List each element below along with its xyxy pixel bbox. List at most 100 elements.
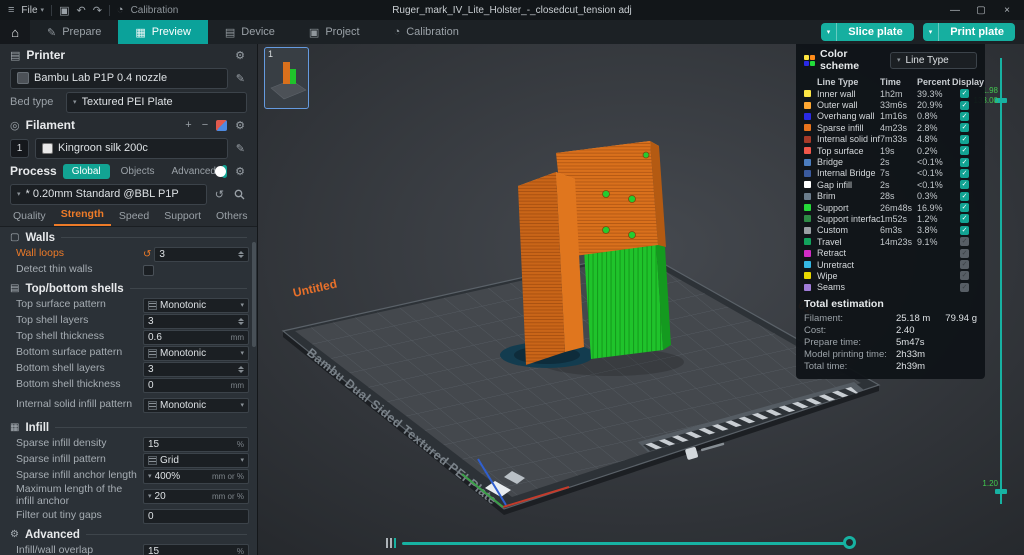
display-checkbox[interactable]: ✓ (960, 112, 969, 121)
settings-tab-quality[interactable]: Quality (6, 207, 53, 226)
combo-maximum-length-of-the-infill-anchor[interactable]: ▾20mm or % (143, 489, 249, 504)
printer-settings-icon[interactable]: ⚙ (233, 49, 247, 62)
view-mode-select[interactable]: ▾ Line Type (890, 52, 977, 69)
filament-settings-icon[interactable]: ⚙ (233, 119, 247, 132)
spin-bottom-shell-layers[interactable]: 3 (143, 362, 249, 377)
display-checkbox[interactable]: ✓ (960, 260, 969, 269)
maximize-button[interactable]: ▢ (968, 0, 994, 20)
tab-project[interactable]: ▣Project (292, 20, 377, 44)
add-filament-icon[interactable]: + (183, 119, 193, 131)
filament-slot-badge[interactable]: 1 (10, 139, 29, 158)
tab-calibration[interactable]: ◔Calibration (377, 20, 476, 44)
plate-thumbnail[interactable]: 1 (264, 47, 309, 109)
display-checkbox[interactable]: ✓ (960, 180, 969, 189)
display-checkbox[interactable]: ✓ (960, 226, 969, 235)
search-preset-icon[interactable] (232, 189, 247, 200)
menu-icon[interactable]: ≡ (8, 4, 14, 16)
combo-sparse-infill-anchor-length[interactable]: ▾400%mm or % (143, 469, 249, 484)
display-checkbox[interactable]: ✓ (960, 101, 969, 110)
display-checkbox[interactable]: ✓ (960, 89, 969, 98)
tab-device[interactable]: ▤Device (208, 20, 292, 44)
edit-printer-icon[interactable]: ✎ (234, 72, 247, 85)
select-top-surface-pattern[interactable]: Monotonic▾ (143, 298, 249, 313)
param-label: Bottom shell thickness (16, 379, 143, 391)
display-checkbox[interactable]: ✓ (960, 146, 969, 155)
input-bottom-shell-thickness[interactable]: 0mm (143, 378, 249, 393)
file-menu[interactable]: File ▾ (21, 5, 44, 16)
chevron-down-icon[interactable]: ▾ (821, 23, 838, 41)
tab-prepare[interactable]: ✎Prepare (30, 20, 118, 44)
calibration-menu-item[interactable]: Calibration (131, 5, 179, 16)
tab-preview[interactable]: ▦Preview (118, 20, 208, 44)
move-slider[interactable] (386, 535, 856, 551)
legend-row: Unretract✓ (804, 259, 977, 270)
edit-filament-icon[interactable]: ✎ (234, 142, 247, 155)
display-checkbox[interactable]: ✓ (960, 123, 969, 132)
display-checkbox[interactable]: ✓ (960, 203, 969, 212)
total-row: Cost:2.40 (804, 324, 977, 336)
param-label: Wall loops (16, 248, 143, 260)
line-type-time: 6m3s (880, 225, 917, 235)
spinner-arrows[interactable] (238, 366, 244, 373)
value: 20 (155, 491, 209, 502)
settings-tab-others[interactable]: Others (209, 207, 255, 226)
checkbox-detect-thin-walls[interactable] (143, 265, 154, 276)
minimize-button[interactable]: — (942, 0, 968, 20)
spinner-arrows[interactable] (238, 318, 244, 325)
move-slider-handle[interactable] (843, 536, 856, 549)
reset-preset-icon[interactable]: ↺ (213, 188, 226, 201)
close-button[interactable]: × (994, 0, 1020, 20)
display-checkbox[interactable]: ✓ (960, 158, 969, 167)
printer-select[interactable]: Bambu Lab P1P 0.4 nozzle (10, 68, 228, 89)
preset-select[interactable]: ▾ * 0.20mm Standard @BBL P1P (10, 184, 207, 205)
layer-slider-track[interactable] (1000, 58, 1002, 504)
display-checkbox[interactable]: ✓ (960, 192, 969, 201)
display-checkbox[interactable]: ✓ (960, 283, 969, 292)
scope-objects-button[interactable]: Objects (116, 164, 160, 179)
display-checkbox[interactable]: ✓ (960, 249, 969, 258)
move-slider-track[interactable] (402, 542, 848, 545)
group-title: Advanced (25, 529, 80, 541)
display-checkbox[interactable]: ✓ (960, 169, 969, 178)
spin-wall-loops[interactable]: 3 (154, 247, 249, 262)
remove-filament-icon[interactable]: − (200, 119, 210, 131)
input-infill-wall-overlap[interactable]: 15% (143, 544, 249, 555)
display-checkbox[interactable]: ✓ (960, 135, 969, 144)
display-checkbox[interactable]: ✓ (960, 214, 969, 223)
select-bottom-surface-pattern[interactable]: Monotonic▾ (143, 346, 249, 361)
line-type-name: Travel (817, 237, 880, 247)
undo-icon[interactable]: ↶ (76, 4, 85, 17)
value: 15 (148, 546, 234, 555)
settings-tab-support[interactable]: Support (157, 207, 208, 226)
display-checkbox[interactable]: ✓ (960, 271, 969, 280)
reset-icon[interactable]: ↺ (143, 249, 151, 260)
settings-tab-speed[interactable]: Speed (112, 207, 156, 226)
spin-top-shell-layers[interactable]: 3 (143, 314, 249, 329)
home-button[interactable]: ⌂ (0, 20, 30, 44)
chevron-down-icon[interactable]: ▾ (923, 23, 940, 41)
flush-options-icon[interactable] (216, 120, 227, 131)
slice-plate-button[interactable]: ▾ Slice plate (821, 23, 914, 41)
select-internal-solid-infill-pattern[interactable]: Monotonic▾ (143, 398, 249, 413)
layer-slider[interactable]: 1.98 133.00 1.20 (989, 58, 1013, 518)
sidebar-scrollbar[interactable] (252, 242, 256, 553)
advanced-toggle[interactable] (222, 165, 227, 178)
param-row: Top surface patternMonotonic▾ (0, 297, 257, 313)
input-filter-out-tiny-gaps[interactable]: 0 (143, 509, 249, 524)
save-icon[interactable]: ▣ (59, 4, 69, 17)
settings-tab-strength[interactable]: Strength (54, 205, 111, 226)
input-sparse-infill-density[interactable]: 15% (143, 437, 249, 452)
select-sparse-infill-pattern[interactable]: Grid▾ (143, 453, 249, 468)
spinner-arrows[interactable] (238, 251, 244, 258)
print-plate-button[interactable]: ▾ Print plate (923, 23, 1015, 41)
redo-icon[interactable]: ↷ (93, 4, 102, 17)
process-settings-icon[interactable]: ⚙ (233, 165, 247, 178)
input-top-shell-thickness[interactable]: 0.6mm (143, 330, 249, 345)
scope-global-button[interactable]: Global (63, 164, 110, 179)
bed-type-select[interactable]: ▾ Textured PEI Plate (66, 92, 247, 113)
viewport-3d[interactable]: Bambu Dual Sided Textured PEI Plate Unti… (258, 44, 1024, 555)
filament-select[interactable]: Kingroon silk 200c (35, 138, 228, 159)
layer-slider-bottom-handle[interactable] (995, 489, 1007, 494)
display-checkbox[interactable]: ✓ (960, 237, 969, 246)
value: 400% (155, 471, 209, 482)
